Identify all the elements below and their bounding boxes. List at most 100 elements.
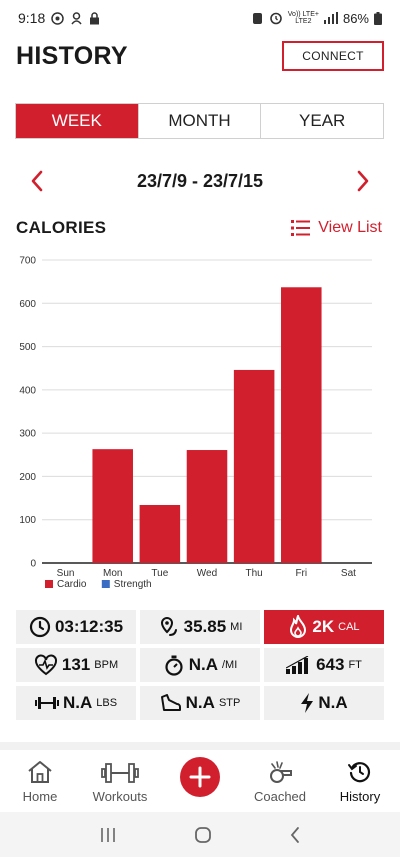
x-tick-label: Tue [151,568,168,579]
section-divider [0,742,400,750]
battery-percent: 86% [342,10,369,26]
tab-year[interactable]: YEAR [260,104,384,138]
y-tick-label: 500 [19,342,36,353]
back-icon[interactable] [289,826,301,844]
system-navigation-bar [0,812,400,857]
page-title: HISTORY [16,41,128,70]
stats-row: N.A LBS N.A STP N.A [16,686,384,720]
legend-swatch [101,580,110,588]
pace-stat: N.A /MI [140,648,260,682]
y-tick-label: 400 [19,385,36,396]
elevation-unit: FT [348,659,362,671]
calories-value: 2K [312,617,335,636]
power-value: N.A [318,693,348,712]
calories-title: CALORIES [16,218,107,237]
duration-value: 03:12:35 [54,617,124,636]
signal-icon [323,12,338,24]
network-bottom: LTE2 [295,18,312,25]
pace-value: N.A [188,655,218,674]
steps-unit: STP [218,697,241,709]
stats-grid: 03:12:35 35.85 MI 2K CAL 131 BPM N.A /MI… [16,610,384,724]
notification-icon [51,11,64,25]
heart-rate-value: 131 [61,655,91,674]
power-stat: N.A [264,686,384,720]
y-tick-label: 300 [19,429,36,440]
alarm-icon [252,12,262,24]
heart-rate-stat: 131 BPM [16,648,136,682]
date-navigation: 23/7/9 - 23/7/15 [20,164,380,198]
date-range: 23/7/9 - 23/7/15 [136,170,264,191]
nav-home[interactable]: Home [0,752,80,810]
weight-value: N.A [62,693,93,712]
previous-week-button[interactable] [20,164,54,198]
lock-icon [90,11,100,24]
next-week-button[interactable] [346,164,380,198]
home-button-icon[interactable] [194,826,212,844]
dumbbell-icon [101,763,139,783]
chevron-left-icon [31,170,43,192]
home-icon [28,761,52,783]
status-right: Vo)) LTE+ LTE2 86% [251,11,382,26]
page-header: HISTORY CONNECT [16,40,384,72]
elevation-icon [286,656,309,674]
x-tick-label: Mon [103,568,122,579]
calories-stat[interactable]: 2K CAL [264,610,384,644]
legend-swatch [45,580,53,588]
tab-week[interactable]: WEEK [16,104,138,138]
flame-icon [290,615,307,638]
elevation-stat: 643 FT [264,648,384,682]
list-icon [291,220,311,236]
y-tick-label: 0 [30,559,36,570]
steps-value: N.A [185,693,215,712]
duration-stat: 03:12:35 [16,610,136,644]
nav-workouts-label: Workouts [92,789,148,804]
tab-month[interactable]: MONTH [137,104,261,138]
x-tick-label: Sat [341,568,356,579]
shoe-icon [160,694,181,711]
whistle-icon [270,761,292,783]
view-list-label: View List [318,219,382,236]
distance-stat: 35.85 MI [140,610,260,644]
distance-unit: MI [230,621,243,633]
nav-coached-label: Coached [253,789,307,804]
view-list-button[interactable]: View List [291,219,382,237]
heart-rate-unit: BPM [94,659,119,671]
recent-apps-icon[interactable] [99,827,117,843]
calories-unit: CAL [338,621,360,633]
bolt-icon [301,693,314,713]
network-top: Vo)) LTE+ [287,11,319,18]
heart-rate-icon [34,654,57,676]
x-tick-label: Thu [246,568,263,579]
battery-icon [374,11,382,25]
steps-stat: N.A STP [140,686,260,720]
connect-button[interactable]: CONNECT [282,41,384,71]
pace-unit: /MI [222,659,238,671]
nav-add[interactable] [160,752,240,810]
add-workout-button[interactable] [180,757,220,797]
y-tick-label: 200 [19,472,36,483]
clock-icon [29,616,51,638]
nav-coached[interactable]: Coached [240,752,320,810]
calories-bar-chart: 0 100 200 300 400 500 600 700 Sun Mon Tue Wed Thu Fri… [19,256,372,590]
y-tick-label: 100 [19,515,36,526]
status-left: 9:18 [18,10,100,26]
stats-row: 131 BPM N.A /MI 643 FT [16,648,384,682]
distance-value: 35.85 [183,617,227,636]
weight-unit: LBS [96,697,118,709]
weight-stat: N.A LBS [16,686,136,720]
nav-history[interactable]: History [320,752,400,810]
chevron-right-icon [357,170,369,192]
nav-workouts[interactable]: Workouts [80,752,160,810]
stats-row: 03:12:35 35.85 MI 2K CAL [16,610,384,644]
bar [186,450,228,563]
legend-label: Cardio [57,579,87,590]
network-indicator: Vo)) LTE+ LTE2 [288,11,319,25]
x-tick-label: Sun [57,568,75,579]
dumbbell-icon [34,697,59,709]
bar [92,449,133,563]
x-tick-label: Wed [197,568,217,579]
stopwatch-icon [165,655,183,676]
y-tick-label: 700 [19,256,36,267]
route-pin-icon [160,616,177,636]
bar [281,287,322,563]
